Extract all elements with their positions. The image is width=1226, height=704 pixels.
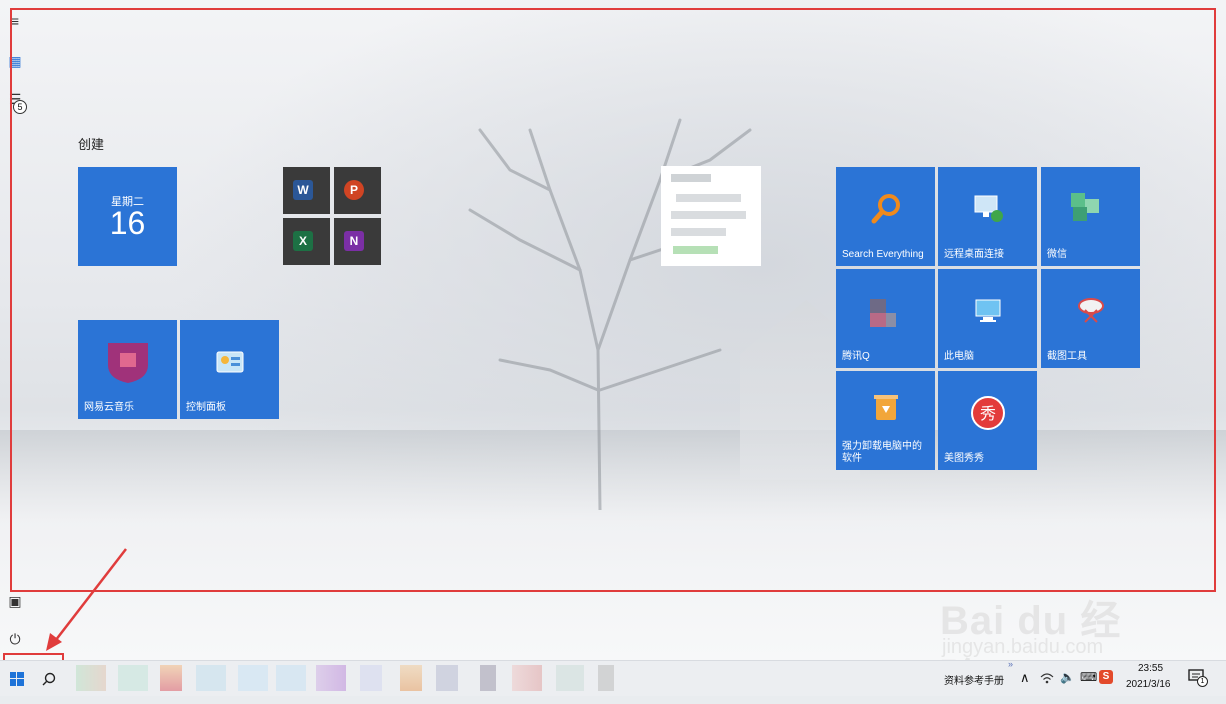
speaker-icon[interactable]: 🔈 (1060, 670, 1075, 684)
this-pc-tile[interactable]: 此电脑 (938, 269, 1037, 368)
magnifier-icon (871, 193, 900, 224)
ime-icon[interactable]: ⌨ (1080, 670, 1097, 684)
notification-center-button[interactable]: 1 (1188, 669, 1208, 687)
documents-icon[interactable]: ▣ (6, 592, 24, 610)
taskbar-app-9[interactable] (400, 665, 422, 691)
control-panel-icon (216, 351, 243, 373)
notification-badge: 1 (1197, 676, 1208, 687)
watermark-url: jingyan.baidu.com (942, 636, 1104, 658)
netease-music-tile[interactable]: 网易云音乐 (78, 320, 177, 419)
clock-time[interactable]: 23:55 (1138, 663, 1163, 674)
excel-icon: X (293, 231, 313, 251)
screenshot-tool-label: 截图工具 (1047, 351, 1087, 362)
windows-logo-icon (10, 671, 24, 686)
meitu-label: 美图秀秀 (944, 453, 984, 464)
rail-badge: 5 (13, 100, 27, 114)
taskbar-app-5[interactable] (238, 665, 268, 691)
wechat-label: 微信 (1047, 249, 1067, 260)
search-icon (42, 672, 56, 685)
word-tile[interactable]: W (283, 167, 330, 214)
tiles-view-icon[interactable]: ▦ (6, 52, 24, 70)
taskbar-app-6[interactable] (276, 665, 306, 691)
tencent-qq-label: 腾讯Q (842, 351, 870, 362)
reference-toolbar-label[interactable]: 资料参考手册 (944, 672, 1004, 687)
taskbar-app-7[interactable] (316, 665, 346, 691)
computer-icon (975, 299, 1000, 322)
taskbar-app-11[interactable] (480, 665, 496, 691)
group-title: 创建 (78, 137, 105, 152)
search-button[interactable] (36, 661, 62, 696)
sogou-input-icon[interactable]: S (1099, 670, 1113, 684)
start-button[interactable] (4, 661, 30, 696)
browser-thumbnail-tile[interactable] (661, 166, 761, 266)
control-panel-tile[interactable]: 控制面板 (180, 320, 279, 419)
powerpoint-icon: P (344, 180, 364, 200)
remote-desktop-label: 远程桌面连接 (944, 249, 1004, 260)
taskbar-app-12[interactable] (512, 665, 542, 691)
meitu-icon: 秀 (970, 395, 1005, 430)
wallpaper-tree (468, 118, 752, 510)
tencent-qq-tile[interactable]: 腾讯Q (836, 269, 935, 368)
word-icon: W (293, 180, 313, 200)
scissors-icon (1077, 297, 1104, 323)
svg-text:秀: 秀 (979, 404, 995, 423)
taskbar-app-10[interactable] (436, 665, 458, 691)
netease-music-icon (107, 342, 148, 383)
search-everything-tile[interactable]: Search Everything (836, 167, 935, 266)
this-pc-label: 此电脑 (944, 351, 974, 362)
powerpoint-tile[interactable]: P (334, 167, 381, 214)
calendar-date: 16 (109, 205, 146, 241)
power-icon[interactable]: ⏻ (6, 630, 24, 648)
clock-date[interactable]: 2021/3/16 (1126, 679, 1171, 690)
remote-desktop-icon (974, 195, 1003, 222)
recycle-bin-icon (873, 394, 898, 420)
excel-tile[interactable]: X (283, 218, 330, 265)
taskbar-app-4[interactable] (196, 665, 226, 691)
wifi-icon[interactable] (1040, 672, 1054, 684)
toolbar-chevron[interactable]: » (1008, 659, 1013, 669)
calendar-tile[interactable]: 星期二 16 (78, 167, 177, 266)
remote-desktop-tile[interactable]: 远程桌面连接 (938, 167, 1037, 266)
taskbar: » 资料参考手册 ∧ 🔈 ⌨ S 23:55 2021/3/16 1 (0, 659, 1226, 696)
chevron-up-icon[interactable]: ∧ (1020, 670, 1030, 686)
taskbar-app-14[interactable] (598, 665, 614, 691)
hamburger-menu-icon[interactable]: ≡ (6, 12, 24, 30)
wechat-tile[interactable]: 微信 (1041, 167, 1140, 266)
taskbar-app-1[interactable] (76, 665, 106, 691)
taskbar-app-3[interactable] (160, 665, 182, 691)
uninstaller-label: 强力卸载电脑中的软件 (842, 441, 922, 464)
netease-music-label: 网易云音乐 (84, 402, 134, 413)
taskbar-app-13[interactable] (556, 665, 584, 691)
uninstaller-tile[interactable]: 强力卸载电脑中的软件 (836, 371, 935, 470)
baidu-watermark: Bai du 经验 jingyan.baidu.com (930, 560, 1160, 701)
taskbar-app-8[interactable] (360, 665, 382, 691)
control-panel-label: 控制面板 (186, 402, 226, 413)
screenshot-tool-tile[interactable]: 截图工具 (1041, 269, 1140, 368)
onenote-icon: N (344, 231, 364, 251)
taskbar-app-2[interactable] (118, 665, 148, 691)
search-everything-label: Search Everything (842, 249, 924, 260)
meitu-tile[interactable]: 秀 美图秀秀 (938, 371, 1037, 470)
onenote-tile[interactable]: N (334, 218, 381, 265)
